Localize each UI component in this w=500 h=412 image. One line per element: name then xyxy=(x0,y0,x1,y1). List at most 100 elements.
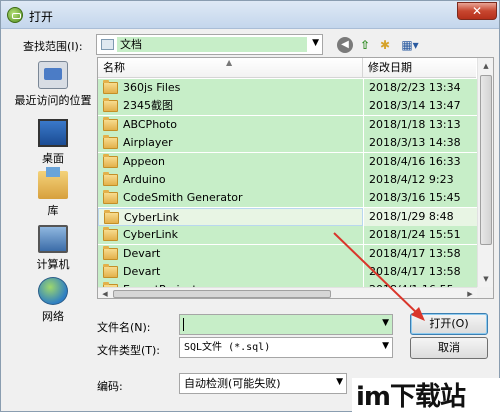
place-computer[interactable]: 计算机 xyxy=(9,225,97,272)
folder-icon xyxy=(103,135,118,150)
list-item[interactable]: CyberLink 2018/1/29 8:48 xyxy=(98,207,477,226)
name-cell: Devart xyxy=(98,244,363,263)
folder-icon xyxy=(103,190,118,205)
look-in-value: 文档 xyxy=(117,37,307,52)
modified-date: 2018/4/16 16:33 xyxy=(364,152,477,171)
encoding-select[interactable]: 自动检测(可能失败) ▼ xyxy=(179,373,347,394)
up-folder-icon[interactable]: ⇧ xyxy=(357,37,373,53)
folder-icon xyxy=(104,209,119,224)
name-cell: Arduino xyxy=(98,171,363,189)
folder-icon xyxy=(103,153,118,168)
place-label: 桌面 xyxy=(42,152,64,165)
modified-date: 2018/4/12 9:23 xyxy=(364,171,477,189)
place-recent[interactable]: 最近访问的位置 xyxy=(9,61,97,108)
name-cell: Appeon xyxy=(98,152,363,171)
documents-folder-icon xyxy=(101,39,114,50)
libraries-icon xyxy=(38,167,68,199)
place-desktop[interactable]: 桌面 xyxy=(9,119,97,166)
place-network[interactable]: 网络 xyxy=(9,277,97,324)
watermark-text: im下载站 xyxy=(356,382,466,412)
list-item[interactable]: CyberLink 2018/1/24 15:51 xyxy=(98,226,477,245)
look-in-combobox[interactable]: 文档 ▼ xyxy=(96,34,323,55)
close-button[interactable]: ✕ xyxy=(457,2,497,20)
open-button[interactable]: 打开(O) xyxy=(410,313,488,335)
list-item[interactable]: 2345截图 2018/3/14 13:47 xyxy=(98,97,477,116)
list-item[interactable]: Appeon 2018/4/16 16:33 xyxy=(98,152,477,171)
vertical-scroll-thumb[interactable] xyxy=(480,75,492,245)
scroll-down-icon[interactable]: ▼ xyxy=(478,271,493,287)
file-name: Devart xyxy=(123,246,161,260)
modified-date: 2018/4/17 13:58 xyxy=(364,244,477,263)
file-name: CyberLink xyxy=(123,228,178,242)
site-watermark: im下载站 xyxy=(352,378,500,412)
list-rows: 360js Files 2018/2/23 13:34 2345截图 2018/3/1… xyxy=(98,79,477,287)
chevron-down-icon[interactable]: ▼ xyxy=(336,377,343,387)
modified-date: 2018/1/18 13:13 xyxy=(364,115,477,134)
modified-date: 2018/1/24 15:51 xyxy=(364,226,477,245)
filename-field[interactable]: ▼ xyxy=(179,314,393,335)
places-bar: 最近访问的位置 桌面 库 计算机 网络 xyxy=(9,59,97,345)
list-item[interactable]: Devart 2018/4/17 13:58 xyxy=(98,244,477,263)
chevron-down-icon[interactable]: ▼ xyxy=(382,318,389,328)
place-label: 网络 xyxy=(42,310,64,323)
list-item[interactable]: Arduino 2018/4/12 9:23 xyxy=(98,171,477,189)
modified-date: 2018/2/23 13:34 xyxy=(364,79,477,97)
filetype-value: SQL文件 (*.sql) xyxy=(184,342,271,353)
vertical-scrollbar[interactable]: ▲ ▼ xyxy=(477,58,493,287)
file-name: CodeSmith Generator xyxy=(123,191,243,205)
encoding-label: 编码: xyxy=(97,380,123,393)
name-cell: Devart xyxy=(98,263,363,281)
chevron-down-icon[interactable]: ▼ xyxy=(382,341,389,351)
back-icon[interactable]: ◀ xyxy=(337,37,353,53)
cancel-button[interactable]: 取消 xyxy=(410,337,488,359)
scroll-right-icon[interactable]: ▶ xyxy=(463,288,477,298)
file-list[interactable]: 名称 ▲ 修改日期 360js Files 2018/2/23 13:34 2345… xyxy=(97,57,494,299)
encoding-value: 自动检测(可能失败) xyxy=(184,377,281,390)
list-item[interactable]: ABCPhoto 2018/1/18 13:13 xyxy=(98,115,477,134)
modified-date: 2018/3/16 15:45 xyxy=(364,189,477,208)
scroll-left-icon[interactable]: ◀ xyxy=(98,288,112,298)
file-name: 360js Files xyxy=(123,81,181,94)
scroll-up-icon[interactable]: ▲ xyxy=(478,58,493,74)
list-item[interactable]: CodeSmith Generator 2018/3/16 15:45 xyxy=(98,189,477,208)
sort-ascending-icon: ▲ xyxy=(226,58,233,67)
list-header: 名称 ▲ 修改日期 xyxy=(98,58,476,78)
modified-date: 2018/1/29 8:48 xyxy=(364,207,477,226)
folder-icon xyxy=(103,227,118,242)
list-item[interactable]: Devart 2018/4/17 13:58 xyxy=(98,263,477,281)
name-cell: Airplayer xyxy=(98,134,363,153)
folder-icon xyxy=(103,172,118,186)
folder-icon xyxy=(103,116,118,131)
folder-icon xyxy=(103,80,118,94)
views-menu-icon[interactable]: ▦▾ xyxy=(398,37,422,53)
file-name: CyberLink xyxy=(124,210,179,224)
modified-date: 2018/3/14 13:47 xyxy=(364,97,477,116)
name-cell: CyberLink xyxy=(98,207,363,226)
modified-date: 2018/4/17 13:58 xyxy=(364,263,477,281)
file-name: Appeon xyxy=(123,154,165,168)
open-file-dialog: 打开 ✕ 查找范围(I): 文档 ▼ ◀ ⇧ ✱ ▦▾ 最近访问的位置 桌面 库… xyxy=(0,0,500,412)
folder-icon xyxy=(103,245,118,260)
filetype-select[interactable]: SQL文件 (*.sql) ▼ xyxy=(179,337,393,358)
new-folder-icon[interactable]: ✱ xyxy=(377,37,393,53)
name-cell: 2345截图 xyxy=(98,97,363,116)
look-in-label: 查找范围(I): xyxy=(23,40,83,53)
file-name: Arduino xyxy=(123,173,166,186)
name-cell: CyberLink xyxy=(98,226,363,245)
name-cell: 360js Files xyxy=(98,79,363,97)
horizontal-scrollbar[interactable]: ◀ ▶ xyxy=(98,287,477,298)
desktop-icon xyxy=(38,119,68,147)
list-item[interactable]: 360js Files 2018/2/23 13:34 xyxy=(98,79,477,97)
filetype-label: 文件类型(T): xyxy=(97,344,161,357)
place-libraries[interactable]: 库 xyxy=(9,167,97,218)
chevron-down-icon[interactable]: ▼ xyxy=(312,38,319,48)
title-bar[interactable]: 打开 ✕ xyxy=(1,1,499,29)
column-header-date[interactable]: 修改日期 xyxy=(364,58,476,78)
file-name: Airplayer xyxy=(123,136,173,150)
network-icon xyxy=(38,277,68,305)
list-item[interactable]: Airplayer 2018/3/13 14:38 xyxy=(98,134,477,153)
horizontal-scroll-thumb[interactable] xyxy=(113,290,331,298)
text-caret xyxy=(183,318,184,331)
window-title: 打开 xyxy=(29,10,54,24)
filename-label: 文件名(N): xyxy=(97,321,151,334)
